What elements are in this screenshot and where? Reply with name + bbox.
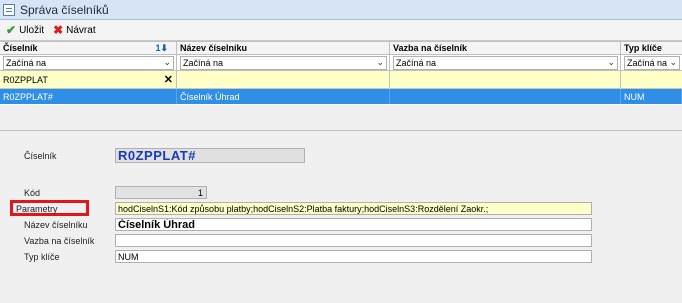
codelist-grid: Číselník 1⬇ Název číselníku Vazba na čís…: [0, 41, 682, 105]
column-header-nazev[interactable]: Název číselníku: [177, 42, 390, 54]
filter-select-ciselnik[interactable]: Začíná na ⌄: [3, 55, 174, 70]
parametry-label: Parametry: [16, 204, 58, 214]
grid-header-row: Číselník 1⬇ Název číselníku Vazba na čís…: [0, 41, 682, 55]
detail-panel: Číselník R0ZPPLAT# Kód 1 Parametry hodCi…: [0, 130, 682, 303]
chevron-down-icon: ⌄: [607, 57, 615, 67]
toolbar: ✔ Uložit ✖ Návrat: [0, 20, 682, 41]
back-label: Návrat: [66, 24, 96, 36]
filter-value: Začíná na: [396, 57, 437, 68]
column-header-label: Název číselníku: [180, 43, 248, 53]
nazev-field[interactable]: Číselník Úhrad: [115, 218, 592, 231]
cell-ciselnik: R0ZPPLAT#: [0, 89, 177, 104]
ciselnik-label: Číselník: [24, 151, 57, 161]
chevron-down-icon: ⌄: [376, 57, 384, 67]
cell-typ: NUM: [621, 89, 682, 104]
column-header-ciselnik[interactable]: Číselník 1⬇: [0, 42, 177, 54]
vazba-field[interactable]: [115, 234, 592, 247]
chevron-down-icon: ⌄: [163, 57, 171, 67]
parametry-field[interactable]: hodCiselnS1:Kód způsobu platby;hodCiseln…: [115, 202, 592, 215]
search-value: R0ZPPLAT: [3, 74, 48, 85]
column-header-label: Typ klíče: [624, 43, 662, 53]
column-header-typ[interactable]: Typ klíče: [621, 42, 682, 54]
filter-cell: Začíná na ⌄: [390, 55, 621, 70]
filter-select-vazba[interactable]: Začíná na ⌄: [393, 55, 618, 70]
chevron-down-icon: ⌄: [669, 57, 677, 67]
grid-search-row: R0ZPPLAT ✕: [0, 71, 682, 89]
save-label: Uložit: [19, 24, 45, 36]
vazba-label: Vazba na číselník: [24, 236, 95, 246]
filter-value: Začíná na: [6, 57, 47, 68]
column-header-vazba[interactable]: Vazba na číselník: [390, 42, 621, 54]
filter-cell: Začíná na ⌄: [177, 55, 390, 70]
nazev-label: Název číselníku: [24, 220, 88, 230]
clear-icon[interactable]: ✕: [164, 73, 173, 86]
ciselnik-field: R0ZPPLAT#: [115, 148, 305, 163]
search-input-nazev[interactable]: [177, 71, 390, 88]
filter-value: Začíná na: [627, 57, 668, 68]
title-bar: Správa číselníků: [0, 0, 682, 20]
column-header-label: Číselník: [3, 43, 38, 53]
sort-order-icon: 1⬇: [155, 43, 168, 53]
cell-vazba: [390, 89, 621, 104]
filter-value: Začíná na: [183, 57, 224, 68]
list-window-icon: [3, 3, 15, 16]
checkmark-icon: ✔: [6, 23, 17, 37]
save-button[interactable]: ✔ Uložit: [3, 22, 47, 39]
kod-field[interactable]: 1: [115, 186, 207, 199]
filter-cell: Začíná na ⌄: [0, 55, 177, 70]
grid-filter-row: Začíná na ⌄ Začíná na ⌄ Začíná na ⌄ Začíná …: [0, 55, 682, 71]
sort-order-number: 1: [155, 43, 161, 53]
column-header-label: Vazba na číselník: [393, 43, 468, 53]
typ-label: Typ klíče: [24, 252, 60, 262]
cell-nazev: Číselník Úhrad: [177, 89, 390, 104]
close-icon: ✖: [53, 23, 64, 37]
search-input-typ[interactable]: [621, 71, 682, 88]
back-button[interactable]: ✖ Návrat: [50, 22, 99, 39]
filter-cell: Začíná na ⌄: [621, 55, 682, 70]
kod-label: Kód: [24, 188, 41, 198]
table-row[interactable]: R0ZPPLAT# Číselník Úhrad NUM: [0, 89, 682, 104]
search-input-vazba[interactable]: [390, 71, 621, 88]
search-input-ciselnik[interactable]: R0ZPPLAT ✕: [0, 71, 177, 88]
filter-select-nazev[interactable]: Začíná na ⌄: [180, 55, 387, 70]
typ-field[interactable]: NUM: [115, 250, 592, 263]
filter-select-typ[interactable]: Začíná na ⌄: [624, 55, 680, 70]
window-title: Správa číselníků: [20, 2, 109, 17]
